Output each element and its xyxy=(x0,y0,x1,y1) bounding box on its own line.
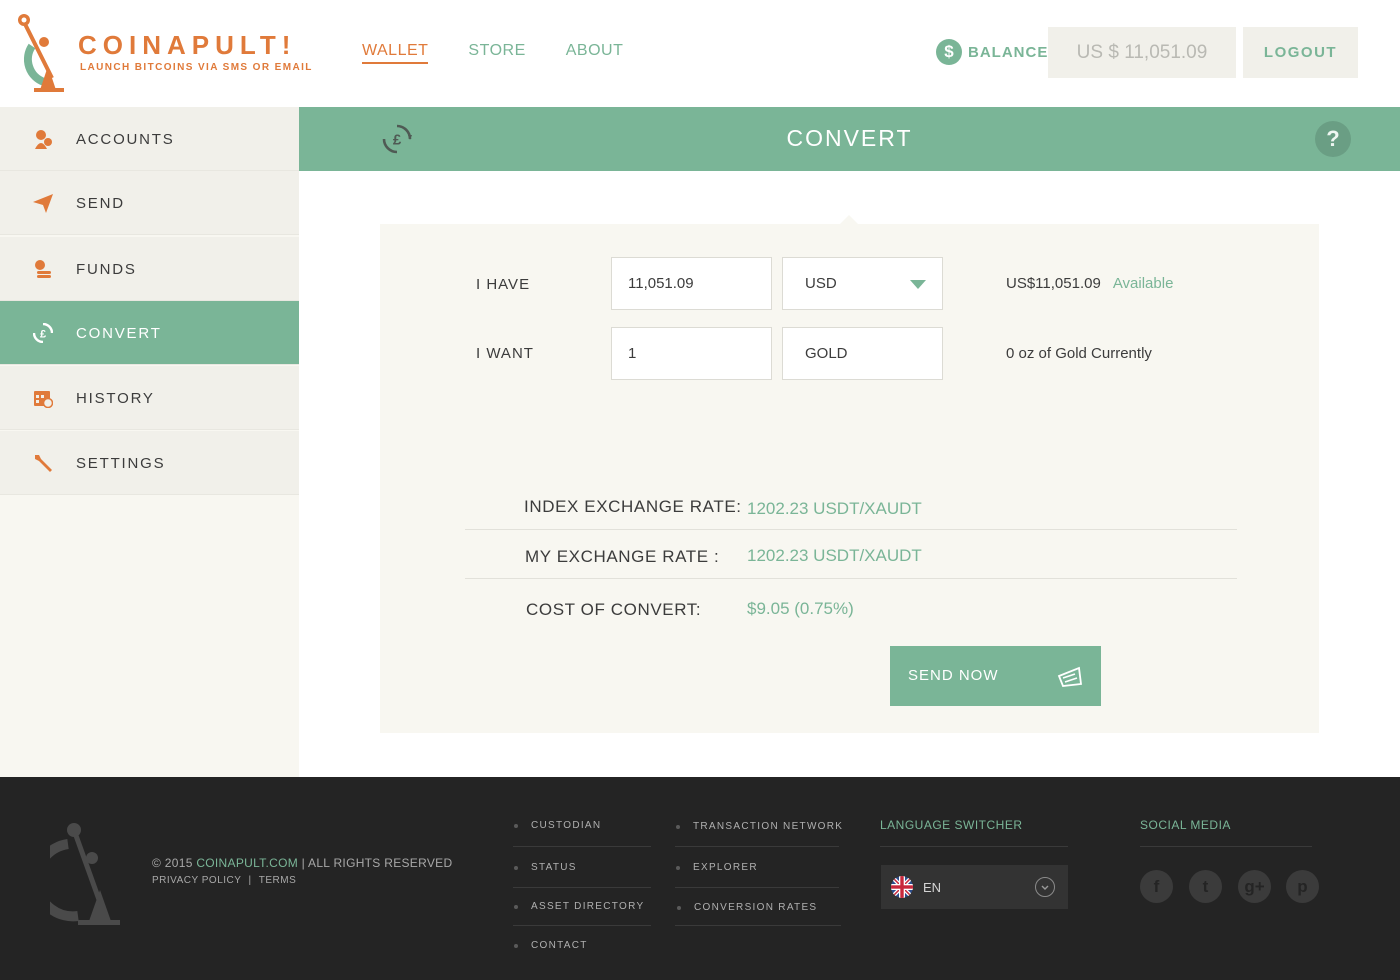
brand-name: COINAPULT! xyxy=(78,30,297,60)
have-currency-select[interactable]: USD xyxy=(782,257,943,310)
my-rate-value: 1202.23 USDT/XAUDT xyxy=(747,546,922,565)
cost-value: $9.05 (0.75%) xyxy=(747,599,854,618)
footer-link-asset-directory[interactable]: ASSET DIRECTORY xyxy=(513,901,644,912)
send-envelope-icon xyxy=(1057,666,1083,687)
divider xyxy=(880,846,1068,847)
divider xyxy=(675,887,839,888)
sidebar-item-history[interactable]: HISTORY xyxy=(0,366,299,430)
language-switcher[interactable]: EN xyxy=(881,865,1068,909)
i-have-label: I HAVE xyxy=(476,276,531,293)
sidebar-item-label: SEND xyxy=(76,195,125,212)
calendar-icon xyxy=(34,391,53,408)
balance-label: BALANCE xyxy=(968,44,1049,61)
sidebar-item-label: CONVERT xyxy=(76,325,162,342)
coins-icon xyxy=(35,260,51,278)
i-want-label: I WANT xyxy=(476,345,534,362)
nav-about[interactable]: ABOUT xyxy=(566,42,624,64)
sidebar-item-accounts[interactable]: ACCOUNTS xyxy=(0,107,299,171)
send-now-button[interactable]: SEND NOW xyxy=(890,646,1101,706)
terms-link[interactable]: TERMS xyxy=(259,875,297,886)
legal-links: PRIVACY POLICY | TERMS xyxy=(152,875,296,886)
footer-link-explorer[interactable]: EXPLORER xyxy=(676,862,758,873)
sidebar-item-label: FUNDS xyxy=(76,261,137,278)
wrench-icon xyxy=(35,455,52,472)
divider xyxy=(513,925,651,926)
footer-link-custodian[interactable]: CUSTODIAN xyxy=(513,820,601,831)
divider xyxy=(1140,846,1312,847)
social-media-heading: SOCIAL MEDIA xyxy=(1140,818,1231,832)
brand-tagline: LAUNCH BITCOINS VIA SMS OR EMAIL xyxy=(80,62,313,73)
dollar-icon: $ xyxy=(936,39,962,65)
logout-button[interactable]: LOGOUT xyxy=(1243,27,1358,78)
page-title: CONVERT xyxy=(786,125,913,151)
nav-wallet[interactable]: WALLET xyxy=(362,42,429,64)
want-currency-value: GOLD xyxy=(805,345,848,362)
copyright-prefix: © 2015 xyxy=(152,856,193,870)
footer: © 2015 COINAPULT.COM | ALL RIGHTS RESERV… xyxy=(0,777,1400,980)
chevron-down-icon[interactable] xyxy=(1035,877,1055,897)
send-now-label: SEND NOW xyxy=(908,667,999,684)
want-currency-field[interactable]: GOLD xyxy=(782,327,943,380)
header: COINAPULT! LAUNCH BITCOINS VIA SMS OR EM… xyxy=(0,0,1400,107)
sidebar-item-settings[interactable]: SETTINGS xyxy=(0,431,299,495)
twitter-icon[interactable]: t xyxy=(1189,870,1222,903)
have-currency-value: USD xyxy=(805,275,837,292)
privacy-policy-link[interactable]: PRIVACY POLICY xyxy=(152,875,241,886)
available-label: Available xyxy=(1112,275,1174,292)
sidebar-item-funds[interactable]: FUNDS xyxy=(0,237,299,301)
help-button[interactable]: ? xyxy=(1315,121,1351,157)
nav-store[interactable]: STORE xyxy=(468,42,525,64)
convert-icon: £ xyxy=(33,323,53,343)
divider xyxy=(465,578,1237,579)
paper-plane-icon xyxy=(33,194,53,213)
cost-label: COST OF CONVERT: xyxy=(526,600,702,619)
have-amount-input[interactable] xyxy=(628,275,768,292)
copyright: © 2015 COINAPULT.COM | ALL RIGHTS RESERV… xyxy=(152,856,452,870)
pinterest-icon[interactable]: p xyxy=(1286,870,1319,903)
panel-pointer xyxy=(840,215,858,224)
facebook-icon[interactable]: f xyxy=(1140,870,1173,903)
coinapult-logo[interactable]: COINAPULT! LAUNCH BITCOINS VIA SMS OR EM… xyxy=(14,10,314,96)
catapult-logo-icon xyxy=(50,823,120,925)
divider xyxy=(513,887,651,888)
divider xyxy=(675,925,841,926)
footer-link-conversion-rates[interactable]: CONVERSION RATES xyxy=(676,902,817,913)
language-switcher-heading: LANGUAGE SWITCHER xyxy=(880,818,1023,832)
available-amount: US$11,051.09 xyxy=(1006,275,1101,292)
balance-value: US $ 11,051.09 xyxy=(1048,27,1236,78)
divider xyxy=(465,529,1237,530)
uk-flag-icon xyxy=(891,876,913,898)
gold-holdings-info: 0 oz of Gold Currently xyxy=(1006,345,1152,362)
chevron-down-icon xyxy=(910,280,926,289)
sidebar-item-send[interactable]: SEND xyxy=(0,171,299,235)
footer-link-transaction-network[interactable]: TRANSACTION NETWORK xyxy=(675,821,843,832)
svg-text:£: £ xyxy=(40,329,46,341)
accounts-icon xyxy=(35,130,52,149)
convert-header-bar: £ CONVERT ? xyxy=(299,107,1400,171)
sidebar: ACCOUNTS SEND FUNDS £ CONVERT HISTORY SE… xyxy=(0,107,299,777)
sidebar-item-convert[interactable]: £ CONVERT xyxy=(0,301,299,365)
footer-link-contact[interactable]: CONTACT xyxy=(514,940,588,951)
have-info: US$11,051.09 Available xyxy=(1006,275,1173,292)
want-amount-field[interactable] xyxy=(611,327,772,380)
copyright-suffix: | ALL RIGHTS RESERVED xyxy=(301,856,453,870)
divider xyxy=(513,846,651,847)
my-rate-label: MY EXCHANGE RATE : xyxy=(525,547,720,566)
index-rate-label: INDEX EXCHANGE RATE: xyxy=(524,497,742,516)
sidebar-item-label: HISTORY xyxy=(76,390,155,407)
footer-link-status[interactable]: STATUS xyxy=(514,862,577,873)
google-plus-icon[interactable]: g+ xyxy=(1238,870,1271,903)
sidebar-item-label: ACCOUNTS xyxy=(76,131,175,148)
language-code: EN xyxy=(923,880,942,895)
want-amount-input[interactable] xyxy=(628,345,768,362)
copyright-site-link[interactable]: COINAPULT.COM xyxy=(196,856,298,870)
divider xyxy=(675,846,839,847)
sidebar-item-label: SETTINGS xyxy=(76,455,166,472)
have-amount-field[interactable] xyxy=(611,257,772,310)
legal-separator: | xyxy=(248,875,252,886)
top-nav: WALLET STORE ABOUT xyxy=(362,42,623,64)
catapult-logo-icon xyxy=(18,14,64,92)
index-rate-value: 1202.23 USDT/XAUDT xyxy=(747,499,922,518)
